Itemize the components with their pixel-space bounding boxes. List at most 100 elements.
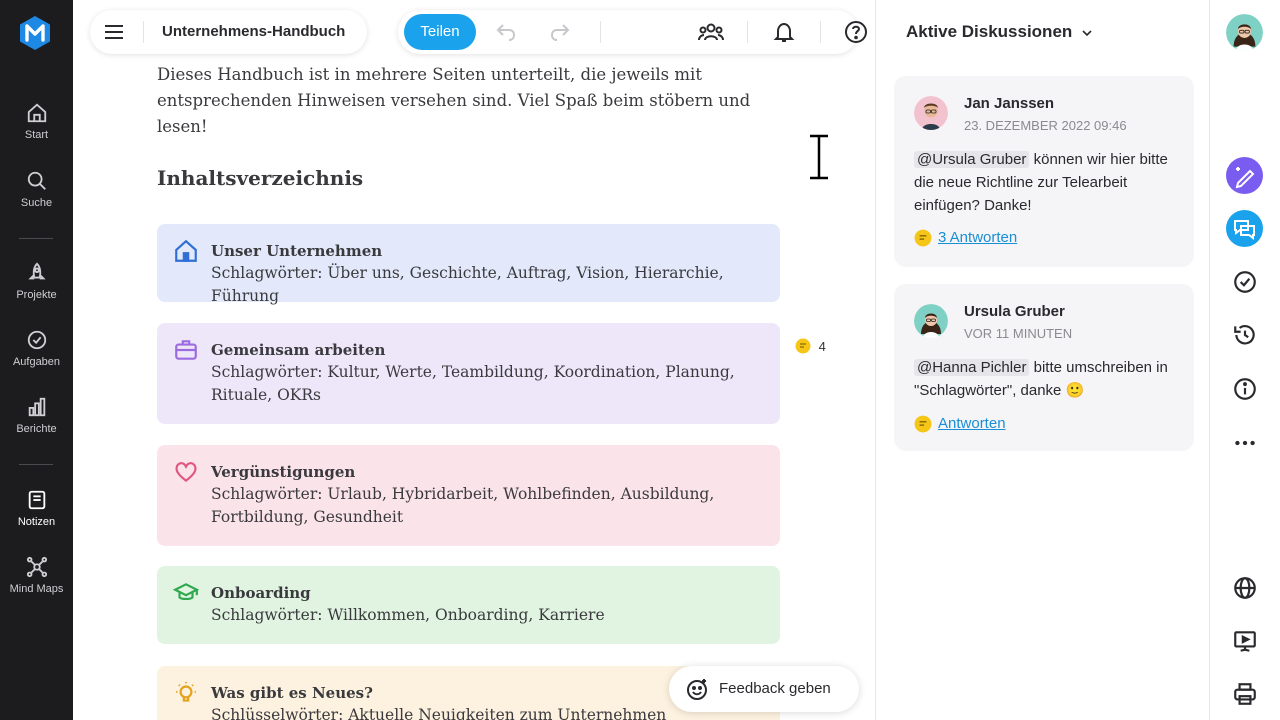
nav-item-mindmaps[interactable]: Mind Maps: [0, 556, 73, 595]
team-icon[interactable]: [697, 20, 725, 44]
nav-label: Berichte: [16, 423, 57, 435]
avatar: [914, 96, 948, 130]
globe-icon[interactable]: [1232, 575, 1258, 601]
discussion-time: 23. DEZEMBER 2022 09:46: [964, 118, 1127, 133]
toc-card-unser-unternehmen[interactable]: Unser Unternehmen Schlagwörter: Über uns…: [157, 224, 780, 305]
history-icon[interactable]: [1232, 322, 1258, 348]
presentation-icon[interactable]: [1232, 628, 1258, 654]
discussion-author: Ursula Gruber: [964, 303, 1065, 320]
comment-count: 4: [818, 338, 826, 354]
intro-paragraph: Dieses Handbuch ist in mehrere Seiten un…: [157, 65, 751, 136]
magic-pen-icon: [1235, 167, 1255, 189]
nav-label: Suche: [20, 197, 53, 209]
doc-title[interactable]: Unternehmens-Handbuch: [162, 23, 345, 40]
doc-toolbar: Teilen: [398, 10, 867, 54]
comment-bubble-icon: [795, 338, 811, 357]
ai-assistant-button[interactable]: [1226, 157, 1263, 194]
nav-label: Mind Maps: [9, 583, 64, 595]
home-icon: [27, 103, 46, 123]
mention[interactable]: @Hanna Pichler: [914, 359, 1030, 376]
smiley-icon: [687, 679, 707, 700]
rocket-icon: [27, 262, 46, 280]
card-tags: Schlagwörter: Über uns, Geschichte, Auft…: [211, 264, 724, 305]
redo-icon[interactable]: [548, 20, 572, 44]
bar-chart-icon: [28, 397, 45, 417]
nav-divider: [19, 238, 53, 239]
check-circle-icon: [27, 330, 46, 350]
comment-bubble-icon: [914, 229, 932, 247]
nav-label: Notizen: [17, 516, 56, 528]
feedback-button[interactable]: Feedback geben: [669, 666, 859, 712]
card-tags: Schlagwörter: Kultur, Werte, Teambildung…: [211, 363, 735, 404]
nav-item-tasks[interactable]: Aufgaben: [0, 329, 73, 368]
discussions-panel: Aktive Diskussionen Jan Janssen 23. DEZE…: [875, 0, 1209, 720]
discussion-time: VOR 11 MINUTEN: [964, 326, 1073, 341]
nav-divider: [19, 464, 53, 465]
more-icon[interactable]: [1232, 430, 1258, 456]
toc-heading: Inhaltsverzeichnis: [157, 166, 364, 190]
bell-icon[interactable]: [772, 20, 796, 44]
card-title: Onboarding: [211, 584, 311, 602]
share-button[interactable]: Teilen: [404, 14, 476, 50]
undo-icon[interactable]: [494, 20, 518, 44]
discussion-body: @Ursula Gruber können wir hier bitte die…: [914, 148, 1176, 217]
comment-count-badge[interactable]: 4: [795, 338, 826, 357]
house-icon: [175, 239, 197, 262]
mention[interactable]: @Ursula Gruber: [914, 151, 1030, 168]
discussion-body: @Hanna Pichler bitte umschreiben in "Sch…: [914, 356, 1176, 402]
reply-link[interactable]: Antworten: [914, 415, 1006, 433]
replies-link[interactable]: 3 Antworten: [914, 229, 1017, 247]
app-logo[interactable]: [18, 15, 52, 51]
comment-bubble-icon: [914, 415, 932, 433]
discussions-toggle-button[interactable]: [1226, 210, 1263, 247]
card-title: Unser Unternehmen: [211, 242, 383, 260]
discussions-title: Aktive Diskussionen: [906, 22, 1073, 41]
lightbulb-icon: [176, 682, 196, 702]
nav-label: Start: [24, 129, 49, 141]
heart-icon: [175, 462, 197, 483]
discussion-author: Jan Janssen: [964, 95, 1055, 112]
divider: [747, 21, 748, 43]
check-circle-icon[interactable]: [1232, 269, 1258, 295]
card-title: Gemeinsam arbeiten: [211, 341, 386, 359]
left-navigation: Start Suche Projekte Aufgaben Berichte N…: [0, 0, 73, 720]
divider: [600, 21, 601, 43]
info-icon[interactable]: [1232, 376, 1258, 402]
doc-title-bar: Unternehmens-Handbuch: [90, 10, 367, 54]
nav-item-start[interactable]: Start: [0, 102, 73, 141]
briefcase-icon: [175, 340, 197, 360]
print-icon[interactable]: [1232, 681, 1258, 707]
document-content: Dieses Handbuch ist in mehrere Seiten un…: [157, 62, 787, 190]
nav-item-projects[interactable]: Projekte: [0, 262, 73, 301]
divider: [820, 21, 821, 43]
card-title: Vergünstigungen: [211, 463, 356, 481]
search-icon: [27, 171, 46, 190]
discussion-card[interactable]: Ursula Gruber VOR 11 MINUTEN @Hanna Pich…: [894, 284, 1194, 451]
app-root: Start Suche Projekte Aufgaben Berichte N…: [0, 0, 1280, 720]
toc-card-onboarding[interactable]: Onboarding Schlagwörter: Willkommen, Onb…: [157, 566, 780, 644]
note-icon: [28, 490, 45, 510]
chat-icon: [1234, 220, 1255, 240]
card-tags: Schlagwörter: Willkommen, Onboarding, Ka…: [211, 606, 605, 624]
card-tags: Schlagwörter: Urlaub, Hybridarbeit, Wohl…: [211, 485, 715, 526]
help-icon[interactable]: [844, 20, 868, 44]
menu-icon[interactable]: [103, 22, 125, 42]
user-avatar[interactable]: [1226, 14, 1263, 51]
avatar: [914, 304, 948, 338]
nav-label: Aufgaben: [12, 356, 61, 368]
right-toolbar: [1209, 0, 1280, 720]
replies-label: 3 Antworten: [938, 229, 1018, 246]
toc-card-verguenstigungen[interactable]: Vergünstigungen Schlagwörter: Urlaub, Hy…: [157, 445, 780, 546]
feedback-label: Feedback geben: [719, 680, 831, 697]
nav-item-search[interactable]: Suche: [0, 170, 73, 209]
chevron-down-icon: [1082, 29, 1092, 36]
discussion-card[interactable]: Jan Janssen 23. DEZEMBER 2022 09:46 @Urs…: [894, 76, 1194, 267]
reply-label: Antworten: [938, 415, 1006, 432]
toc-card-gemeinsam-arbeiten[interactable]: Gemeinsam arbeiten Schlagwörter: Kultur,…: [157, 323, 780, 424]
discussions-dropdown[interactable]: Aktive Diskussionen: [906, 22, 1093, 42]
divider: [143, 21, 144, 43]
nav-item-reports[interactable]: Berichte: [0, 396, 73, 435]
nav-label: Projekte: [16, 289, 57, 301]
nav-item-notes[interactable]: Notizen: [0, 489, 73, 528]
document-area: Dieses Handbuch ist in mehrere Seiten un…: [73, 0, 875, 720]
